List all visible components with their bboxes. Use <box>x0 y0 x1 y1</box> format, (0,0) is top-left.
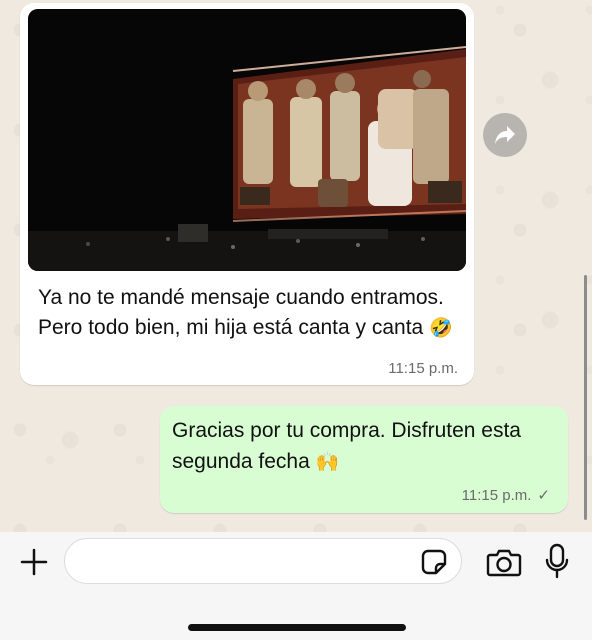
camera-icon <box>486 549 522 577</box>
sticker-icon <box>421 549 447 575</box>
microphone-button[interactable] <box>544 542 570 580</box>
home-indicator[interactable] <box>188 624 406 631</box>
message-composer <box>0 532 592 640</box>
attach-button[interactable] <box>18 546 50 578</box>
concert-photo[interactable] <box>28 9 466 271</box>
outgoing-message-text: Gracias por tu compra. Disfruten esta se… <box>172 415 556 478</box>
sent-checkmark-icon: ✓ <box>537 487 550 504</box>
sticker-button[interactable] <box>420 548 448 576</box>
scrollbar[interactable] <box>584 275 587 520</box>
incoming-message-text: Ya no te mandé mensaje cuando entramos. … <box>38 283 458 343</box>
camera-button[interactable] <box>486 546 522 578</box>
forward-arrow-icon <box>495 126 515 144</box>
outgoing-message-body: Gracias por tu compra. Disfruten esta se… <box>172 419 521 473</box>
laughing-emoji-icon: 🤣 <box>429 317 453 339</box>
outgoing-timestamp: 11:15 p.m. <box>461 486 532 504</box>
forward-button[interactable] <box>483 113 527 157</box>
outgoing-meta: 11:15 p.m. ✓ <box>461 486 550 505</box>
incoming-message-bubble[interactable]: Ya no te mandé mensaje cuando entramos. … <box>20 3 474 385</box>
raising-hands-emoji-icon: 🙌 <box>315 451 340 473</box>
plus-icon <box>20 548 48 576</box>
incoming-message-body: Ya no te mandé mensaje cuando entramos. … <box>38 286 444 339</box>
microphone-icon <box>545 543 569 579</box>
outgoing-message-bubble[interactable]: Gracias por tu compra. Disfruten esta se… <box>160 406 568 513</box>
incoming-timestamp: 11:15 p.m. <box>388 360 458 377</box>
message-input[interactable] <box>64 538 462 584</box>
concert-photo-image <box>28 9 466 271</box>
